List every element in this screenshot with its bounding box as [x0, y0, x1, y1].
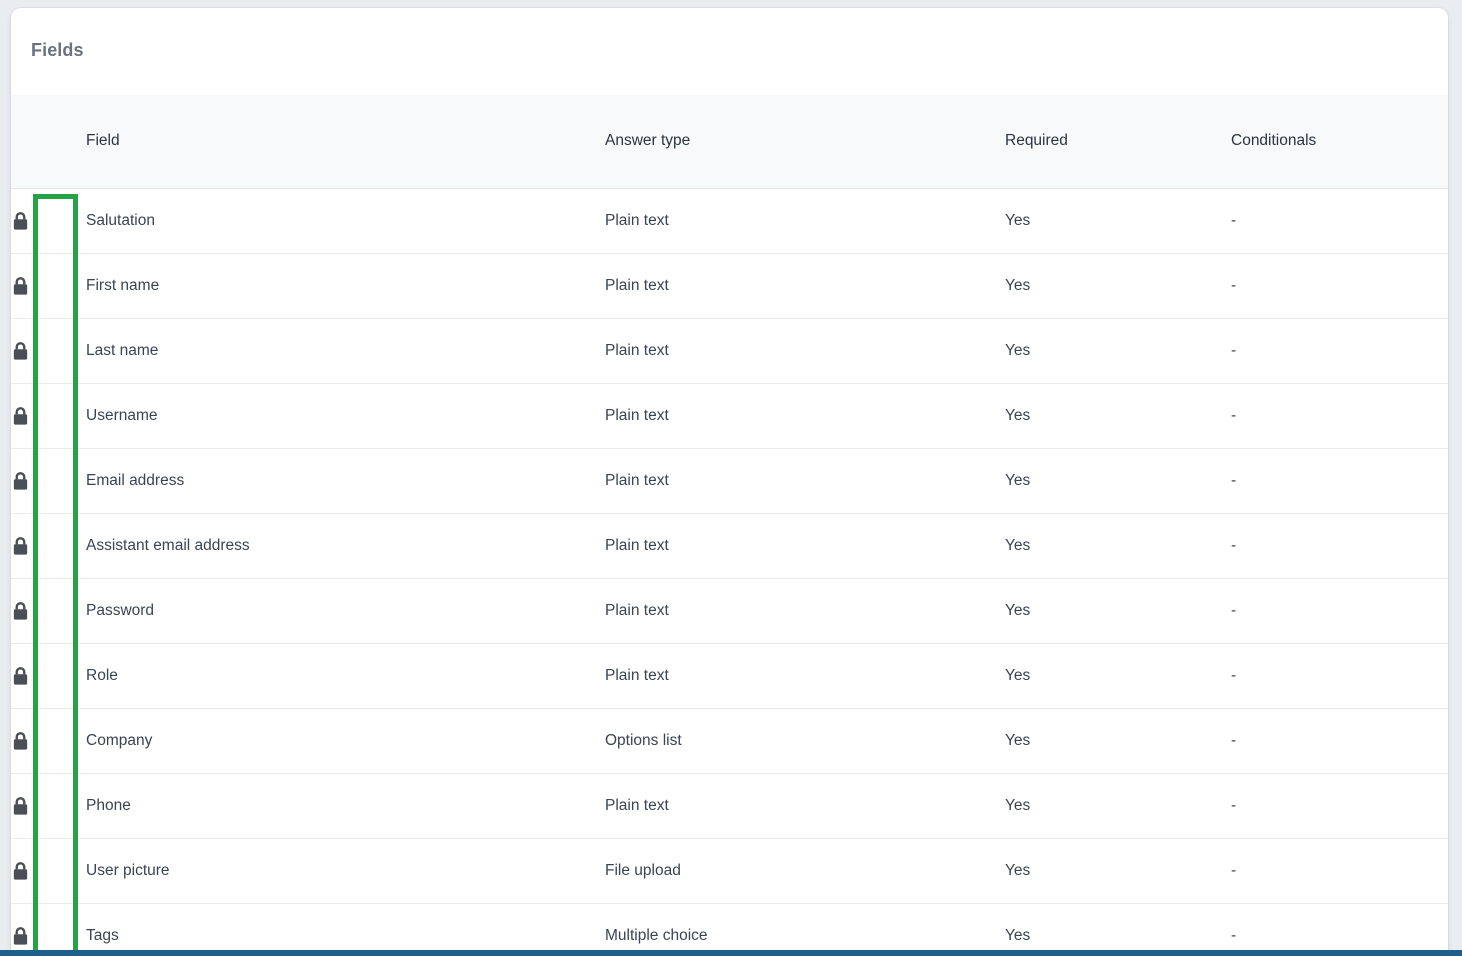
- screen-root: Fields Field Answer type Required Condit…: [0, 0, 1462, 956]
- row-answer-type: Plain text: [605, 318, 1005, 384]
- row-lock-cell: [11, 513, 86, 579]
- lock-icon: [11, 601, 86, 621]
- column-header-required[interactable]: Required: [1005, 95, 1231, 189]
- column-header-answer-type[interactable]: Answer type: [605, 95, 1005, 189]
- lock-icon: [11, 276, 86, 296]
- row-lock-cell: [11, 773, 86, 839]
- lock-icon: [11, 211, 86, 231]
- row-required: Yes: [1005, 643, 1231, 709]
- row-field-name: Assistant email address: [86, 513, 605, 579]
- row-answer-type: Plain text: [605, 253, 1005, 319]
- row-conditionals: -: [1231, 513, 1448, 579]
- bottom-status-bar: [0, 950, 1462, 956]
- row-conditionals: -: [1231, 773, 1448, 839]
- row-field-name: Username: [86, 383, 605, 449]
- row-lock-cell: [11, 188, 86, 254]
- row-field-name: Role: [86, 643, 605, 709]
- table-row[interactable]: Salutation Plain text Yes -: [11, 188, 1448, 254]
- row-lock-cell: [11, 253, 86, 319]
- row-conditionals: -: [1231, 318, 1448, 384]
- lock-icon: [11, 861, 86, 881]
- fields-table: Field Answer type Required Conditionals …: [11, 95, 1448, 951]
- row-conditionals: -: [1231, 838, 1448, 904]
- table-row[interactable]: Username Plain text Yes -: [11, 383, 1448, 449]
- table-header: Field Answer type Required Conditionals: [11, 95, 1448, 189]
- row-answer-type: Plain text: [605, 513, 1005, 579]
- lock-icon: [11, 731, 86, 751]
- row-required: Yes: [1005, 513, 1231, 579]
- row-conditionals: -: [1231, 578, 1448, 644]
- row-conditionals: -: [1231, 708, 1448, 774]
- row-field-name: Tags: [86, 903, 605, 951]
- row-required: Yes: [1005, 318, 1231, 384]
- lock-icon: [11, 536, 86, 556]
- row-field-name: User picture: [86, 838, 605, 904]
- row-required: Yes: [1005, 708, 1231, 774]
- row-conditionals: -: [1231, 903, 1448, 951]
- table-row[interactable]: Last name Plain text Yes -: [11, 318, 1448, 384]
- row-lock-cell: [11, 448, 86, 514]
- row-lock-cell: [11, 318, 86, 384]
- table-row[interactable]: Email address Plain text Yes -: [11, 448, 1448, 514]
- table-row[interactable]: Password Plain text Yes -: [11, 578, 1448, 644]
- lock-icon: [11, 341, 86, 361]
- table-row[interactable]: User picture File upload Yes -: [11, 838, 1448, 904]
- row-lock-cell: [11, 578, 86, 644]
- row-required: Yes: [1005, 838, 1231, 904]
- lock-icon: [11, 406, 86, 426]
- row-conditionals: -: [1231, 643, 1448, 709]
- column-header-conditionals[interactable]: Conditionals: [1231, 95, 1448, 189]
- column-header-lock: [11, 95, 86, 189]
- row-lock-cell: [11, 643, 86, 709]
- row-conditionals: -: [1231, 383, 1448, 449]
- row-answer-type: Plain text: [605, 773, 1005, 839]
- lock-icon: [11, 666, 86, 686]
- row-field-name: Last name: [86, 318, 605, 384]
- column-header-field[interactable]: Field: [86, 95, 605, 189]
- row-required: Yes: [1005, 773, 1231, 839]
- row-answer-type: Plain text: [605, 643, 1005, 709]
- row-answer-type: Plain text: [605, 383, 1005, 449]
- table-row[interactable]: Phone Plain text Yes -: [11, 773, 1448, 839]
- row-answer-type: Plain text: [605, 188, 1005, 254]
- row-field-name: Email address: [86, 448, 605, 514]
- page-title: Fields: [31, 40, 84, 60]
- lock-icon: [11, 796, 86, 816]
- fields-card: Fields Field Answer type Required Condit…: [11, 8, 1448, 951]
- table-body: Salutation Plain text Yes - First name Plain …: [11, 188, 1448, 951]
- row-conditionals: -: [1231, 253, 1448, 319]
- row-field-name: Password: [86, 578, 605, 644]
- row-conditionals: -: [1231, 188, 1448, 254]
- row-required: Yes: [1005, 188, 1231, 254]
- row-required: Yes: [1005, 448, 1231, 514]
- row-field-name: Phone: [86, 773, 605, 839]
- row-field-name: Salutation: [86, 188, 605, 254]
- table-header-row: Field Answer type Required Conditionals: [11, 95, 1448, 189]
- row-conditionals: -: [1231, 448, 1448, 514]
- table-row[interactable]: Tags Multiple choice Yes -: [11, 903, 1448, 951]
- row-answer-type: Plain text: [605, 578, 1005, 644]
- row-answer-type: Options list: [605, 708, 1005, 774]
- row-required: Yes: [1005, 578, 1231, 644]
- row-lock-cell: [11, 903, 86, 951]
- table-row[interactable]: Company Options list Yes -: [11, 708, 1448, 774]
- table-row[interactable]: First name Plain text Yes -: [11, 253, 1448, 319]
- row-field-name: Company: [86, 708, 605, 774]
- row-required: Yes: [1005, 903, 1231, 951]
- row-required: Yes: [1005, 383, 1231, 449]
- row-lock-cell: [11, 838, 86, 904]
- table-row[interactable]: Assistant email address Plain text Yes -: [11, 513, 1448, 579]
- row-lock-cell: [11, 708, 86, 774]
- lock-icon: [11, 471, 86, 491]
- row-answer-type: File upload: [605, 838, 1005, 904]
- row-field-name: First name: [86, 253, 605, 319]
- row-answer-type: Plain text: [605, 448, 1005, 514]
- row-required: Yes: [1005, 253, 1231, 319]
- row-lock-cell: [11, 383, 86, 449]
- lock-icon: [11, 926, 86, 946]
- table-row[interactable]: Role Plain text Yes -: [11, 643, 1448, 709]
- row-answer-type: Multiple choice: [605, 903, 1005, 951]
